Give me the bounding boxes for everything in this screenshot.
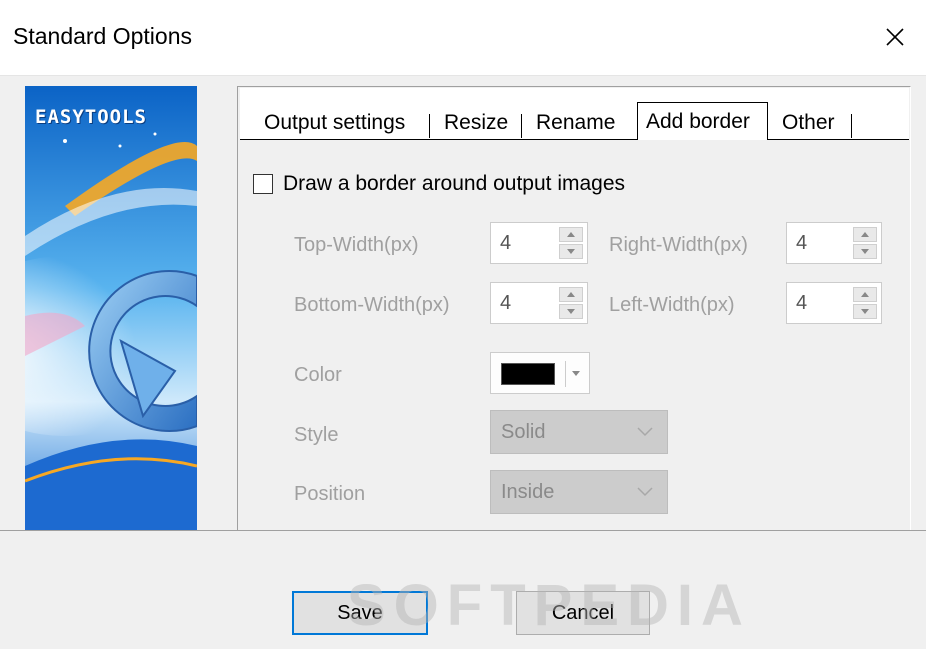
tab-strip: Output settings Resize Rename Add border…: [240, 88, 909, 140]
draw-border-checkbox[interactable]: [253, 174, 273, 194]
arrow-up-icon: [567, 292, 575, 297]
top-width-spinner[interactable]: 4: [490, 222, 588, 264]
left-width-increment[interactable]: [853, 287, 877, 302]
arrow-down-icon: [567, 309, 575, 314]
left-width-decrement[interactable]: [853, 304, 877, 319]
bottom-width-increment[interactable]: [559, 287, 583, 302]
position-select[interactable]: Inside: [490, 470, 668, 514]
tab-add-border[interactable]: Add border: [637, 102, 768, 140]
tab-output-settings[interactable]: Output settings: [264, 106, 430, 140]
close-icon: [886, 28, 904, 46]
chevron-down-icon: [637, 427, 653, 437]
top-width-increment[interactable]: [559, 227, 583, 242]
color-label: Color: [294, 364, 342, 386]
save-button[interactable]: Save: [292, 591, 428, 635]
top-width-decrement[interactable]: [559, 244, 583, 259]
tab-label: Add border: [646, 109, 750, 133]
arrow-down-icon: [567, 249, 575, 254]
title-bar: Standard Options: [0, 0, 926, 75]
right-width-spinner[interactable]: 4: [786, 222, 882, 264]
style-select-value: Solid: [501, 421, 546, 443]
close-button[interactable]: [870, 17, 920, 57]
position-label: Position: [294, 483, 366, 505]
tab-label: Rename: [536, 111, 616, 134]
tab-other[interactable]: Other: [782, 106, 852, 140]
left-width-spinner[interactable]: 4: [786, 282, 882, 324]
window-title: Standard Options: [13, 23, 193, 49]
tab-resize[interactable]: Resize: [444, 106, 522, 140]
bottom-width-decrement[interactable]: [559, 304, 583, 319]
banner-brand: EASYTOOLS: [35, 106, 147, 128]
arrow-up-icon: [861, 292, 869, 297]
arrow-up-icon: [861, 232, 869, 237]
top-width-label: Top-Width(px): [294, 234, 419, 256]
position-select-value: Inside: [501, 481, 555, 503]
style-label: Style: [294, 424, 339, 446]
color-picker[interactable]: [490, 352, 590, 394]
arrow-up-icon: [567, 232, 575, 237]
tab-label: Other: [782, 111, 835, 134]
right-width-label: Right-Width(px): [609, 234, 748, 256]
bottom-width-label: Bottom-Width(px): [294, 294, 450, 316]
dropdown-arrow-icon: [572, 371, 580, 376]
right-width-value[interactable]: 4: [796, 232, 807, 255]
chevron-down-icon: [637, 487, 653, 497]
arrow-down-icon: [861, 249, 869, 254]
right-width-decrement[interactable]: [853, 244, 877, 259]
cancel-button[interactable]: Cancel: [516, 591, 650, 635]
banner-artwork: [25, 86, 197, 537]
arrow-down-icon: [861, 309, 869, 314]
color-swatch: [501, 363, 555, 385]
tab-rename[interactable]: Rename: [536, 106, 624, 140]
easytools-banner: EASYTOOLS: [25, 86, 197, 537]
tab-label: Output settings: [264, 111, 406, 134]
left-width-label: Left-Width(px): [609, 294, 735, 316]
bottom-width-spinner[interactable]: 4: [490, 282, 588, 324]
draw-border-label: Draw a border around output images: [283, 172, 626, 195]
left-width-value[interactable]: 4: [796, 292, 807, 315]
dialog-footer: [0, 530, 926, 649]
tab-label: Resize: [444, 111, 509, 134]
draw-border-option[interactable]: Draw a border around output images: [253, 172, 625, 196]
top-width-value[interactable]: 4: [500, 232, 511, 255]
bottom-width-value[interactable]: 4: [500, 292, 511, 315]
right-width-increment[interactable]: [853, 227, 877, 242]
style-select[interactable]: Solid: [490, 410, 668, 454]
